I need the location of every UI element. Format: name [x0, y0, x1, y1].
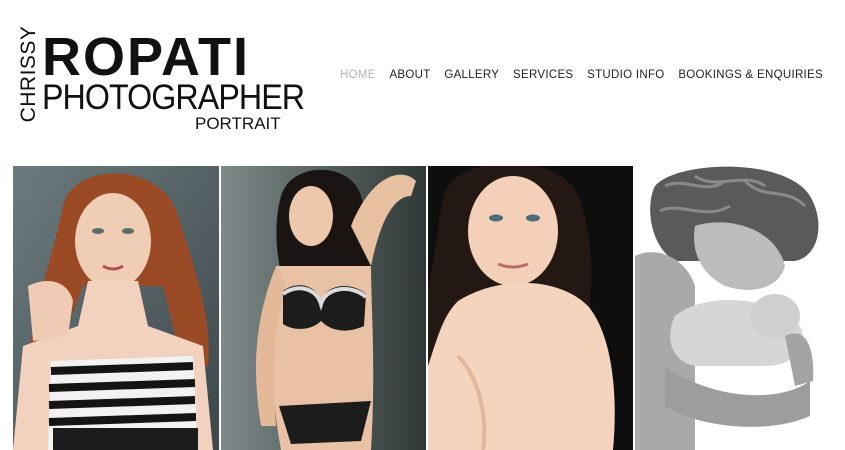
- logo-first-name-wrap: CHRISSY: [14, 25, 44, 123]
- gallery-photo-bare-shoulder[interactable]: [428, 166, 633, 450]
- photo-bare-shoulder-image: [428, 166, 633, 450]
- nav-bookings-enquiries[interactable]: BOOKINGS & ENQUIRIES: [678, 69, 823, 81]
- logo-last-name: ROPATI: [42, 27, 250, 87]
- logo-title: PHOTOGRAPHER: [42, 78, 305, 117]
- logo-first-name: CHRISSY: [17, 25, 40, 123]
- gallery-photo-father-newborn[interactable]: [635, 166, 833, 450]
- nav-gallery[interactable]: GALLERY: [444, 69, 499, 81]
- nav-services[interactable]: SERVICES: [513, 69, 573, 81]
- nav-home[interactable]: HOME: [340, 69, 376, 81]
- nav-about[interactable]: ABOUT: [389, 69, 430, 81]
- logo-tagline: PORTRAIT: [195, 114, 281, 133]
- photo-lingerie-image: [221, 166, 426, 450]
- gallery-photo-lingerie[interactable]: [221, 166, 426, 450]
- photo-gallery-strip: [13, 166, 833, 450]
- site-logo[interactable]: CHRISSY ROPATI PHOTOGRAPHER PORTRAIT: [14, 25, 305, 138]
- photo-redhead-image: [13, 166, 219, 450]
- photo-father-newborn-image: [635, 166, 833, 450]
- nav-studio-info[interactable]: STUDIO INFO: [587, 69, 664, 81]
- gallery-photo-redhead[interactable]: [13, 166, 219, 450]
- main-nav: HOME ABOUT GALLERY SERVICES STUDIO INFO …: [340, 69, 823, 81]
